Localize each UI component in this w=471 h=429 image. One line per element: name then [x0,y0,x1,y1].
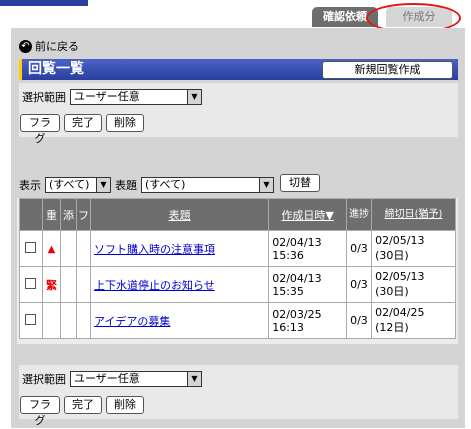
display-select-value: (すべて) [49,178,90,191]
created-time: 15:36 [272,248,304,262]
col-created[interactable]: 作成日時▼ [268,198,348,231]
created-time: 16:13 [272,320,304,334]
col-attach: 添 [59,198,77,231]
deadline-days: (30日) [375,285,409,298]
row-checkbox[interactable] [25,313,37,325]
bottom-action-box: 選択範囲 ユーザー任意 ▼ フラグ 完了 削除 [19,365,458,427]
top-action-box: 選択範囲 ユーザー任意 ▼ フラグ 完了 削除 [19,83,458,145]
scope-label: 選択範囲 [22,91,66,104]
row-checkbox[interactable] [25,277,37,289]
created-date: 02/03/25 [272,307,322,321]
switch-button[interactable]: 切替 [280,174,320,192]
deadline-days: (12日) [375,321,409,334]
table-row: 緊 上下水道停止のお知らせ 02/04/13 15:35 0/3 02/05/13… [19,266,456,303]
bottom-delete-button[interactable]: 削除 [106,396,144,414]
subject-link[interactable]: アイデアの募集 [94,315,170,328]
col-flag: フ [75,198,91,231]
created-date: 02/04/13 [272,271,322,285]
progress: 0/3 [346,266,373,303]
col-important: 重 [41,198,61,231]
subject-link[interactable]: ソフト購入時の注意事項 [94,243,215,256]
back-label: 前に戻る [35,40,79,53]
back-arrow-icon: ↶ [19,39,32,53]
display-label: 表示 [19,179,41,192]
subject-link[interactable]: 上下水道停止のお知らせ [94,279,215,292]
col-deadline[interactable]: 締切日(猶予) [371,198,456,231]
scope-select[interactable]: ユーザー任意 ▼ [70,89,202,105]
table-row: アイデアの募集 02/03/25 16:13 0/3 02/04/25 (12日) [19,302,456,339]
list-filter-bar: 表示 (すべて) ▼ 表題 (すべて) ▼ 切替 [17,170,458,198]
circular-table: 重 添 フ 表題 作成日時▼ 進捗 締切日(猶予) ▲ ソフト購入時の注意事項 … [19,198,456,339]
back-link[interactable]: ↶ 前に戻る [19,38,79,54]
col-progress: 進捗 [346,198,373,231]
row-checkbox[interactable] [25,241,37,253]
delete-button[interactable]: 削除 [106,114,144,132]
bottom-scope-select-value: ユーザー任意 [74,372,140,385]
col-checkbox [19,198,43,231]
chevron-down-icon: ▼ [96,178,110,192]
flag-button[interactable]: フラグ [20,114,60,145]
important-icon: ▲ [47,244,56,255]
deadline-date: 02/05/13 [375,234,425,247]
bottom-flag-button[interactable]: フラグ [20,396,60,427]
subject-select[interactable]: (すべて) ▼ [141,177,274,193]
deadline-date: 02/05/13 [375,270,425,283]
progress: 0/3 [346,230,373,267]
bottom-done-button[interactable]: 完了 [64,396,102,414]
bottom-scope-label: 選択範囲 [22,373,66,386]
bottom-scope-select[interactable]: ユーザー任意 ▼ [70,371,202,387]
deadline-days: (30日) [375,249,409,262]
chevron-down-icon: ▼ [187,90,201,104]
new-circular-button[interactable]: 新規回覧作成 [322,61,453,79]
col-subject[interactable]: 表題 [89,198,270,231]
top-banner-fragment [0,0,88,6]
subject-filter-label: 表題 [115,179,137,192]
created-time: 15:35 [272,284,304,298]
chevron-down-icon: ▼ [259,178,273,192]
display-select[interactable]: (すべて) ▼ [45,177,111,193]
created-date: 02/04/13 [272,235,322,249]
urgent-icon: 緊 [45,278,57,292]
chevron-down-icon: ▼ [187,372,201,386]
table-row: ▲ ソフト購入時の注意事項 02/04/13 15:36 0/3 02/05/13… [19,230,456,267]
deadline-date: 02/04/25 [375,306,425,319]
scope-select-value: ユーザー任意 [74,90,140,103]
progress: 0/3 [346,302,373,339]
subject-select-value: (すべて) [145,178,186,191]
done-button[interactable]: 完了 [64,114,102,132]
